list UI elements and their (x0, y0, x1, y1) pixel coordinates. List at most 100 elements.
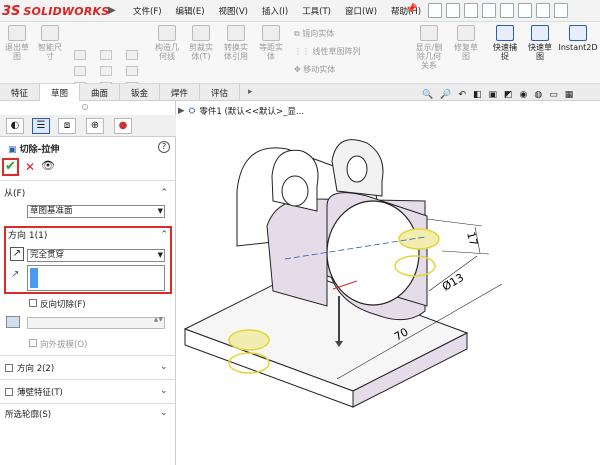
convert-entities-icon (227, 25, 245, 41)
expand-chevron-icon[interactable]: ⌄ (160, 408, 168, 418)
move-entities[interactable]: ✥ 移动实体 (294, 64, 335, 75)
appearance-icon[interactable]: ◍ (534, 90, 542, 100)
expand-chevron-icon[interactable]: ⌄ (160, 362, 168, 372)
crosshair-icon: ⊕ (90, 120, 100, 131)
tab-sketch[interactable]: 草图 (40, 84, 80, 101)
configuration-manager-tab[interactable]: ⧈ (58, 118, 76, 134)
offset-entities-button[interactable]: 等距实 体 (256, 25, 286, 61)
options-icon[interactable] (554, 3, 568, 18)
rebuild-icon[interactable] (536, 3, 550, 18)
draft-angle-input[interactable]: ▲▼ (27, 316, 165, 329)
line-icon[interactable] (74, 50, 86, 60)
mirror-entities[interactable]: ⧉ 镜向实体 (294, 28, 334, 39)
menu-view[interactable]: 视图(V) (212, 5, 255, 17)
pin-icon[interactable]: 📌 (405, 4, 417, 15)
display-style-icon[interactable]: ◩ (504, 90, 513, 100)
save-icon[interactable] (464, 3, 478, 18)
exit-sketch-button[interactable]: 退出草 图 (4, 25, 30, 61)
tab-weldments[interactable]: 焊件 (160, 84, 200, 101)
zoom-fit-icon[interactable]: 🔍 (422, 90, 433, 100)
tab-sheet-metal[interactable]: 钣金 (120, 84, 160, 101)
menu-tools[interactable]: 工具(T) (295, 5, 338, 17)
display-manager-tab[interactable]: ● (114, 118, 132, 134)
tabs-expand-icon[interactable]: ▸ (248, 87, 253, 97)
quick-snaps-button[interactable]: 快速捕 捉 (490, 25, 520, 61)
construction-geometry-button[interactable]: 构造几 何线 (152, 25, 182, 61)
divider (0, 403, 176, 404)
panel-grip-icon[interactable] (82, 104, 88, 110)
section-view-icon[interactable]: ◧ (473, 90, 482, 100)
menu-file[interactable]: 文件(F) (126, 5, 169, 17)
display-delete-relations-button[interactable]: 显示/删 除几何 关系 (412, 25, 446, 70)
collapse-chevron-icon[interactable]: ⌃ (160, 230, 168, 240)
zoom-area-icon[interactable]: 🔎 (440, 90, 451, 100)
smart-dimension-button[interactable]: 智能尺 寸 (36, 25, 64, 61)
menu-window[interactable]: 窗口(W) (338, 5, 384, 17)
thin-feature-label[interactable]: 薄壁特征(T) (17, 386, 63, 398)
select-icon[interactable] (518, 3, 532, 18)
hide-show-icon[interactable]: ◉ (520, 90, 528, 100)
undo-icon[interactable] (500, 3, 514, 18)
instant2d-button[interactable]: Instant2D (558, 25, 598, 52)
preview-eye-icon[interactable]: 👁 (41, 159, 55, 172)
direction-selection-box[interactable] (27, 265, 165, 291)
reverse-direction-icon[interactable]: ↗ (10, 247, 24, 261)
view-orientation-icon[interactable]: ▣ (489, 90, 498, 100)
draft-icon[interactable] (6, 316, 20, 328)
menu-toggle-icon[interactable]: ▶ (108, 5, 116, 16)
reverse-cut-checkbox[interactable] (29, 299, 37, 307)
dimxpert-tab[interactable]: ⊕ (86, 118, 104, 134)
dimension-diameter-13: Ø13 (440, 271, 466, 294)
config-icon: ⧈ (63, 120, 71, 131)
divider (0, 180, 176, 181)
print-icon[interactable] (482, 3, 496, 18)
help-icon[interactable]: ? (158, 141, 170, 153)
linear-sketch-pattern[interactable]: ⋮⋮ 线性草图阵列 (294, 46, 361, 57)
title-bar: 3S SOLIDWORKS ▶ 文件(F) 编辑(E) 视图(V) 插入(I) 工… (0, 0, 600, 22)
direction2-checkbox[interactable] (5, 364, 13, 372)
menu-edit[interactable]: 编辑(E) (169, 5, 212, 17)
property-manager-tab[interactable]: ☰ (32, 118, 50, 134)
scene-icon[interactable]: ▭ (549, 90, 558, 100)
rectangle-icon[interactable] (74, 66, 86, 76)
menu-insert[interactable]: 插入(I) (255, 5, 295, 17)
ok-button[interactable]: ✔ (2, 158, 19, 176)
expand-chevron-icon[interactable]: ⌄ (160, 386, 168, 396)
selected-contours-label[interactable]: 所选轮廓(S) (5, 408, 51, 420)
arc-icon[interactable] (100, 50, 112, 60)
relations-icon (420, 25, 438, 41)
spline-icon[interactable] (126, 50, 138, 60)
offset-entities-icon (262, 25, 280, 41)
spinner-icon[interactable]: ▲▼ (154, 316, 163, 323)
trim-entities-button[interactable]: 剪裁实 体(T) (186, 25, 216, 61)
convert-entities-button[interactable]: 转换实 体引用 (220, 25, 252, 61)
tab-features[interactable]: 特征 (0, 84, 40, 101)
polygon-icon[interactable] (100, 66, 112, 76)
previous-view-icon[interactable]: ↶ (458, 90, 466, 100)
display-pane-icon[interactable]: ▦ (565, 90, 574, 100)
tab-evaluate[interactable]: 评估 (200, 84, 240, 101)
repair-sketch-button[interactable]: 修复草 图 (452, 25, 480, 61)
tab-surfaces[interactable]: 曲面 (80, 84, 120, 101)
left-lug-hole (281, 175, 309, 207)
new-file-icon[interactable] (428, 3, 442, 18)
direction1-header[interactable]: 方向 1(1) (0, 229, 176, 243)
selection-focus-bar (30, 268, 38, 288)
thin-feature-checkbox[interactable] (5, 388, 13, 396)
open-file-icon[interactable] (446, 3, 460, 18)
draft-outward-checkbox[interactable] (29, 339, 37, 347)
end-condition-select[interactable]: 完全贯穿 ▼ (27, 249, 165, 262)
text-icon[interactable] (126, 66, 138, 76)
collapse-chevron-icon[interactable]: ⌃ (160, 188, 168, 198)
direction2-label[interactable]: 方向 2(2) (17, 362, 54, 374)
direction1-section: 方向 1(1) ⌃ (0, 229, 176, 243)
dim-line-17b (441, 250, 490, 255)
repair-sketch-icon (457, 25, 475, 41)
quick-snaps-icon (496, 25, 514, 41)
from-select[interactable]: 草图基准面 ▼ (27, 205, 165, 218)
rapid-sketch-button[interactable]: 快速草 图 (526, 25, 554, 61)
feature-manager-tab[interactable]: ◐ (6, 118, 24, 134)
cancel-button[interactable]: ✕ (25, 160, 35, 174)
from-header[interactable]: 从(F) (0, 187, 176, 201)
pattern-icon: ⋮⋮ (294, 47, 313, 56)
